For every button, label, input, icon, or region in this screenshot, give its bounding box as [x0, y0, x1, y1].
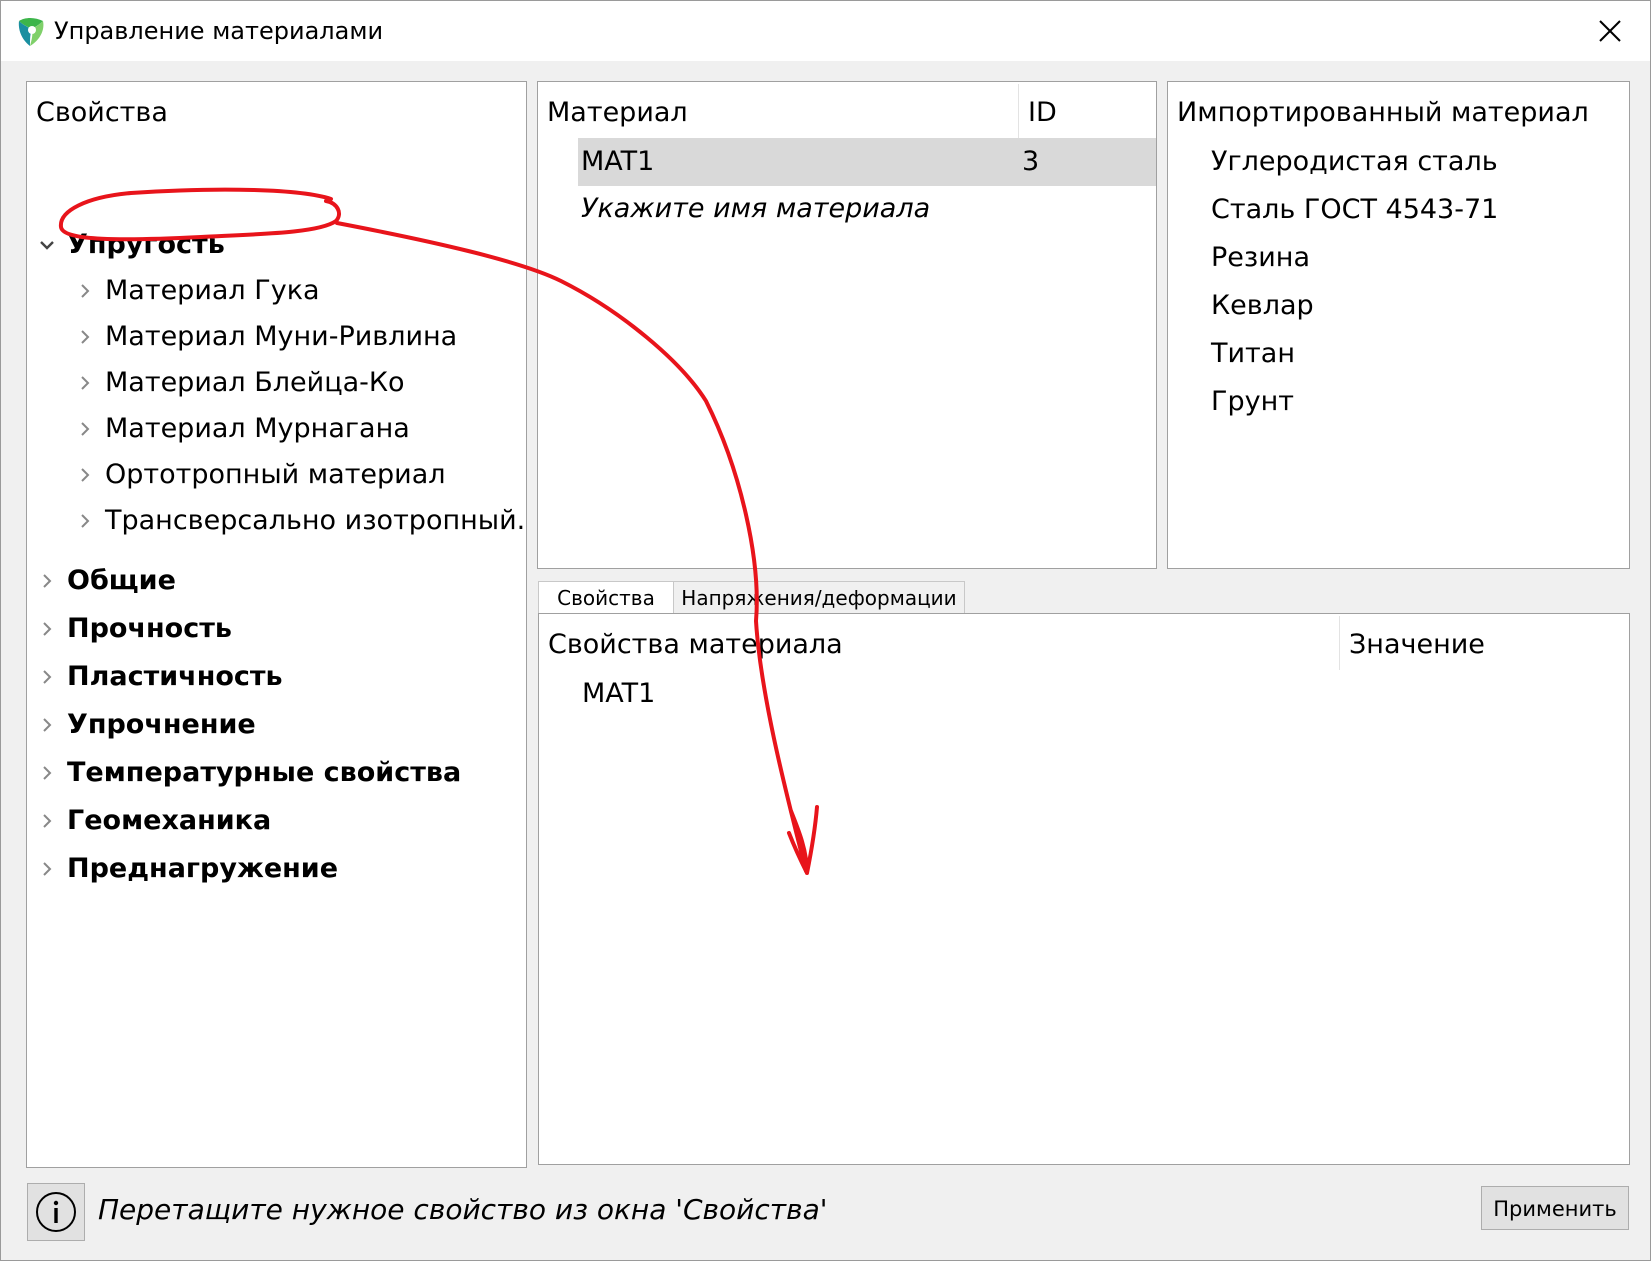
close-button[interactable]	[1570, 1, 1650, 61]
tab-properties[interactable]: Свойства	[538, 581, 674, 615]
material-id-cell[interactable]: 3	[1022, 145, 1039, 179]
title-bar: Управление материалами	[1, 1, 1650, 61]
tree-category-general[interactable]: Общие	[27, 558, 526, 604]
tree-item-label: Материал Мурнагана	[105, 413, 410, 444]
list-item[interactable]: Сталь ГОСТ 4543-71	[1211, 193, 1498, 227]
list-item[interactable]: Углеродистая сталь	[1211, 145, 1498, 179]
list-item[interactable]: Кевлар	[1211, 289, 1314, 323]
tree-item-label: Материал Гука	[105, 275, 320, 306]
tree-item-label: Ортотропный материал	[105, 459, 446, 490]
chevron-right-icon[interactable]	[37, 763, 57, 783]
tree-item-blatz-ko[interactable]: Материал Блейца-Ко	[27, 360, 526, 406]
tree-item-label: Материал Муни-Ривлина	[105, 321, 458, 352]
material-properties-table[interactable]: Свойства материала Значение MAT1	[538, 613, 1630, 1165]
chevron-right-icon[interactable]	[37, 619, 57, 639]
tree-item-label: Материал Блейца-Ко	[105, 367, 405, 398]
window-title: Управление материалами	[54, 17, 384, 45]
chevron-right-icon[interactable]	[37, 571, 57, 591]
chevron-right-icon[interactable]	[37, 667, 57, 687]
chevron-right-icon[interactable]	[75, 419, 95, 439]
info-button[interactable]	[27, 1183, 85, 1241]
list-item[interactable]: Резина	[1211, 241, 1310, 275]
table-row-selected[interactable]	[578, 138, 1156, 186]
materials-dialog: Управление материалами Свойства Упругост…	[0, 0, 1651, 1261]
tree-category-label: Прочность	[67, 613, 232, 644]
info-icon	[36, 1192, 76, 1232]
new-material-hint[interactable]: Укажите имя материала	[581, 192, 930, 226]
column-header-value[interactable]: Значение	[1349, 628, 1485, 662]
tree-item-transversely-isotropic[interactable]: Трансверсально изотропный...	[27, 498, 526, 544]
tree-category-label: Температурные свойства	[67, 757, 462, 788]
app-logo-icon	[18, 18, 44, 46]
tree-category-label: Геомеханика	[67, 805, 272, 836]
chevron-right-icon[interactable]	[75, 511, 95, 531]
tree-category-hardening[interactable]: Упрочнение	[27, 702, 526, 748]
tree-category-elasticity[interactable]: Упругость	[27, 222, 526, 268]
chevron-right-icon[interactable]	[75, 281, 95, 301]
tree-item-hooke[interactable]: Материал Гука	[27, 268, 526, 314]
tree-category-label: Общие	[67, 565, 176, 596]
tree-item-mooney-rivlin[interactable]: Материал Муни-Ривлина	[27, 314, 526, 360]
tree-category-label: Преднагружение	[67, 853, 339, 884]
column-header-property[interactable]: Свойства материала	[548, 628, 843, 662]
column-divider	[1339, 616, 1340, 670]
chevron-right-icon[interactable]	[75, 327, 95, 347]
tree-item-label: Трансверсально изотропный...	[105, 505, 527, 536]
column-header-material[interactable]: Материал	[547, 96, 688, 130]
list-item[interactable]: Титан	[1211, 337, 1295, 371]
column-divider	[1018, 84, 1019, 138]
chevron-right-icon[interactable]	[37, 811, 57, 831]
imported-header: Импортированный материал	[1177, 97, 1589, 128]
tree-category-label: Упрочнение	[67, 709, 256, 740]
status-hint-text: Перетащите нужное свойство из окна 'Свой…	[98, 1193, 828, 1226]
chevron-right-icon[interactable]	[37, 715, 57, 735]
tab-stress-strain[interactable]: Напряжения/деформации	[673, 581, 965, 614]
chevron-right-icon[interactable]	[37, 859, 57, 879]
imported-materials-list[interactable]: Импортированный материал Углеродистая ст…	[1167, 81, 1630, 569]
close-icon	[1599, 20, 1621, 42]
tree-item-orthotropic[interactable]: Ортотропный материал	[27, 452, 526, 498]
material-name-cell[interactable]: MAT1	[581, 145, 654, 179]
materials-table[interactable]: Материал ID MAT1 3 Укажите имя материала	[537, 81, 1157, 569]
tree-category-geomechanics[interactable]: Геомеханика	[27, 798, 526, 844]
list-item[interactable]: Грунт	[1211, 385, 1294, 419]
tree-category-thermal[interactable]: Температурные свойства	[27, 750, 526, 796]
chevron-right-icon[interactable]	[75, 373, 95, 393]
tree-category-label: Пластичность	[67, 661, 283, 692]
property-row-material[interactable]: MAT1	[582, 677, 655, 711]
tree-category-label: Упругость	[67, 229, 225, 260]
tree-header: Свойства	[36, 97, 168, 128]
column-header-id[interactable]: ID	[1028, 96, 1057, 130]
properties-tree[interactable]: Свойства Упругость Материал Гука Материа…	[26, 81, 527, 1168]
tree-item-murnaghan[interactable]: Материал Мурнагана	[27, 406, 526, 452]
tree-category-plasticity[interactable]: Пластичность	[27, 654, 526, 700]
apply-button[interactable]: Применить	[1481, 1186, 1629, 1230]
chevron-down-icon[interactable]	[37, 235, 57, 255]
tree-category-preload[interactable]: Преднагружение	[27, 846, 526, 892]
tree-category-strength[interactable]: Прочность	[27, 606, 526, 652]
chevron-right-icon[interactable]	[75, 465, 95, 485]
